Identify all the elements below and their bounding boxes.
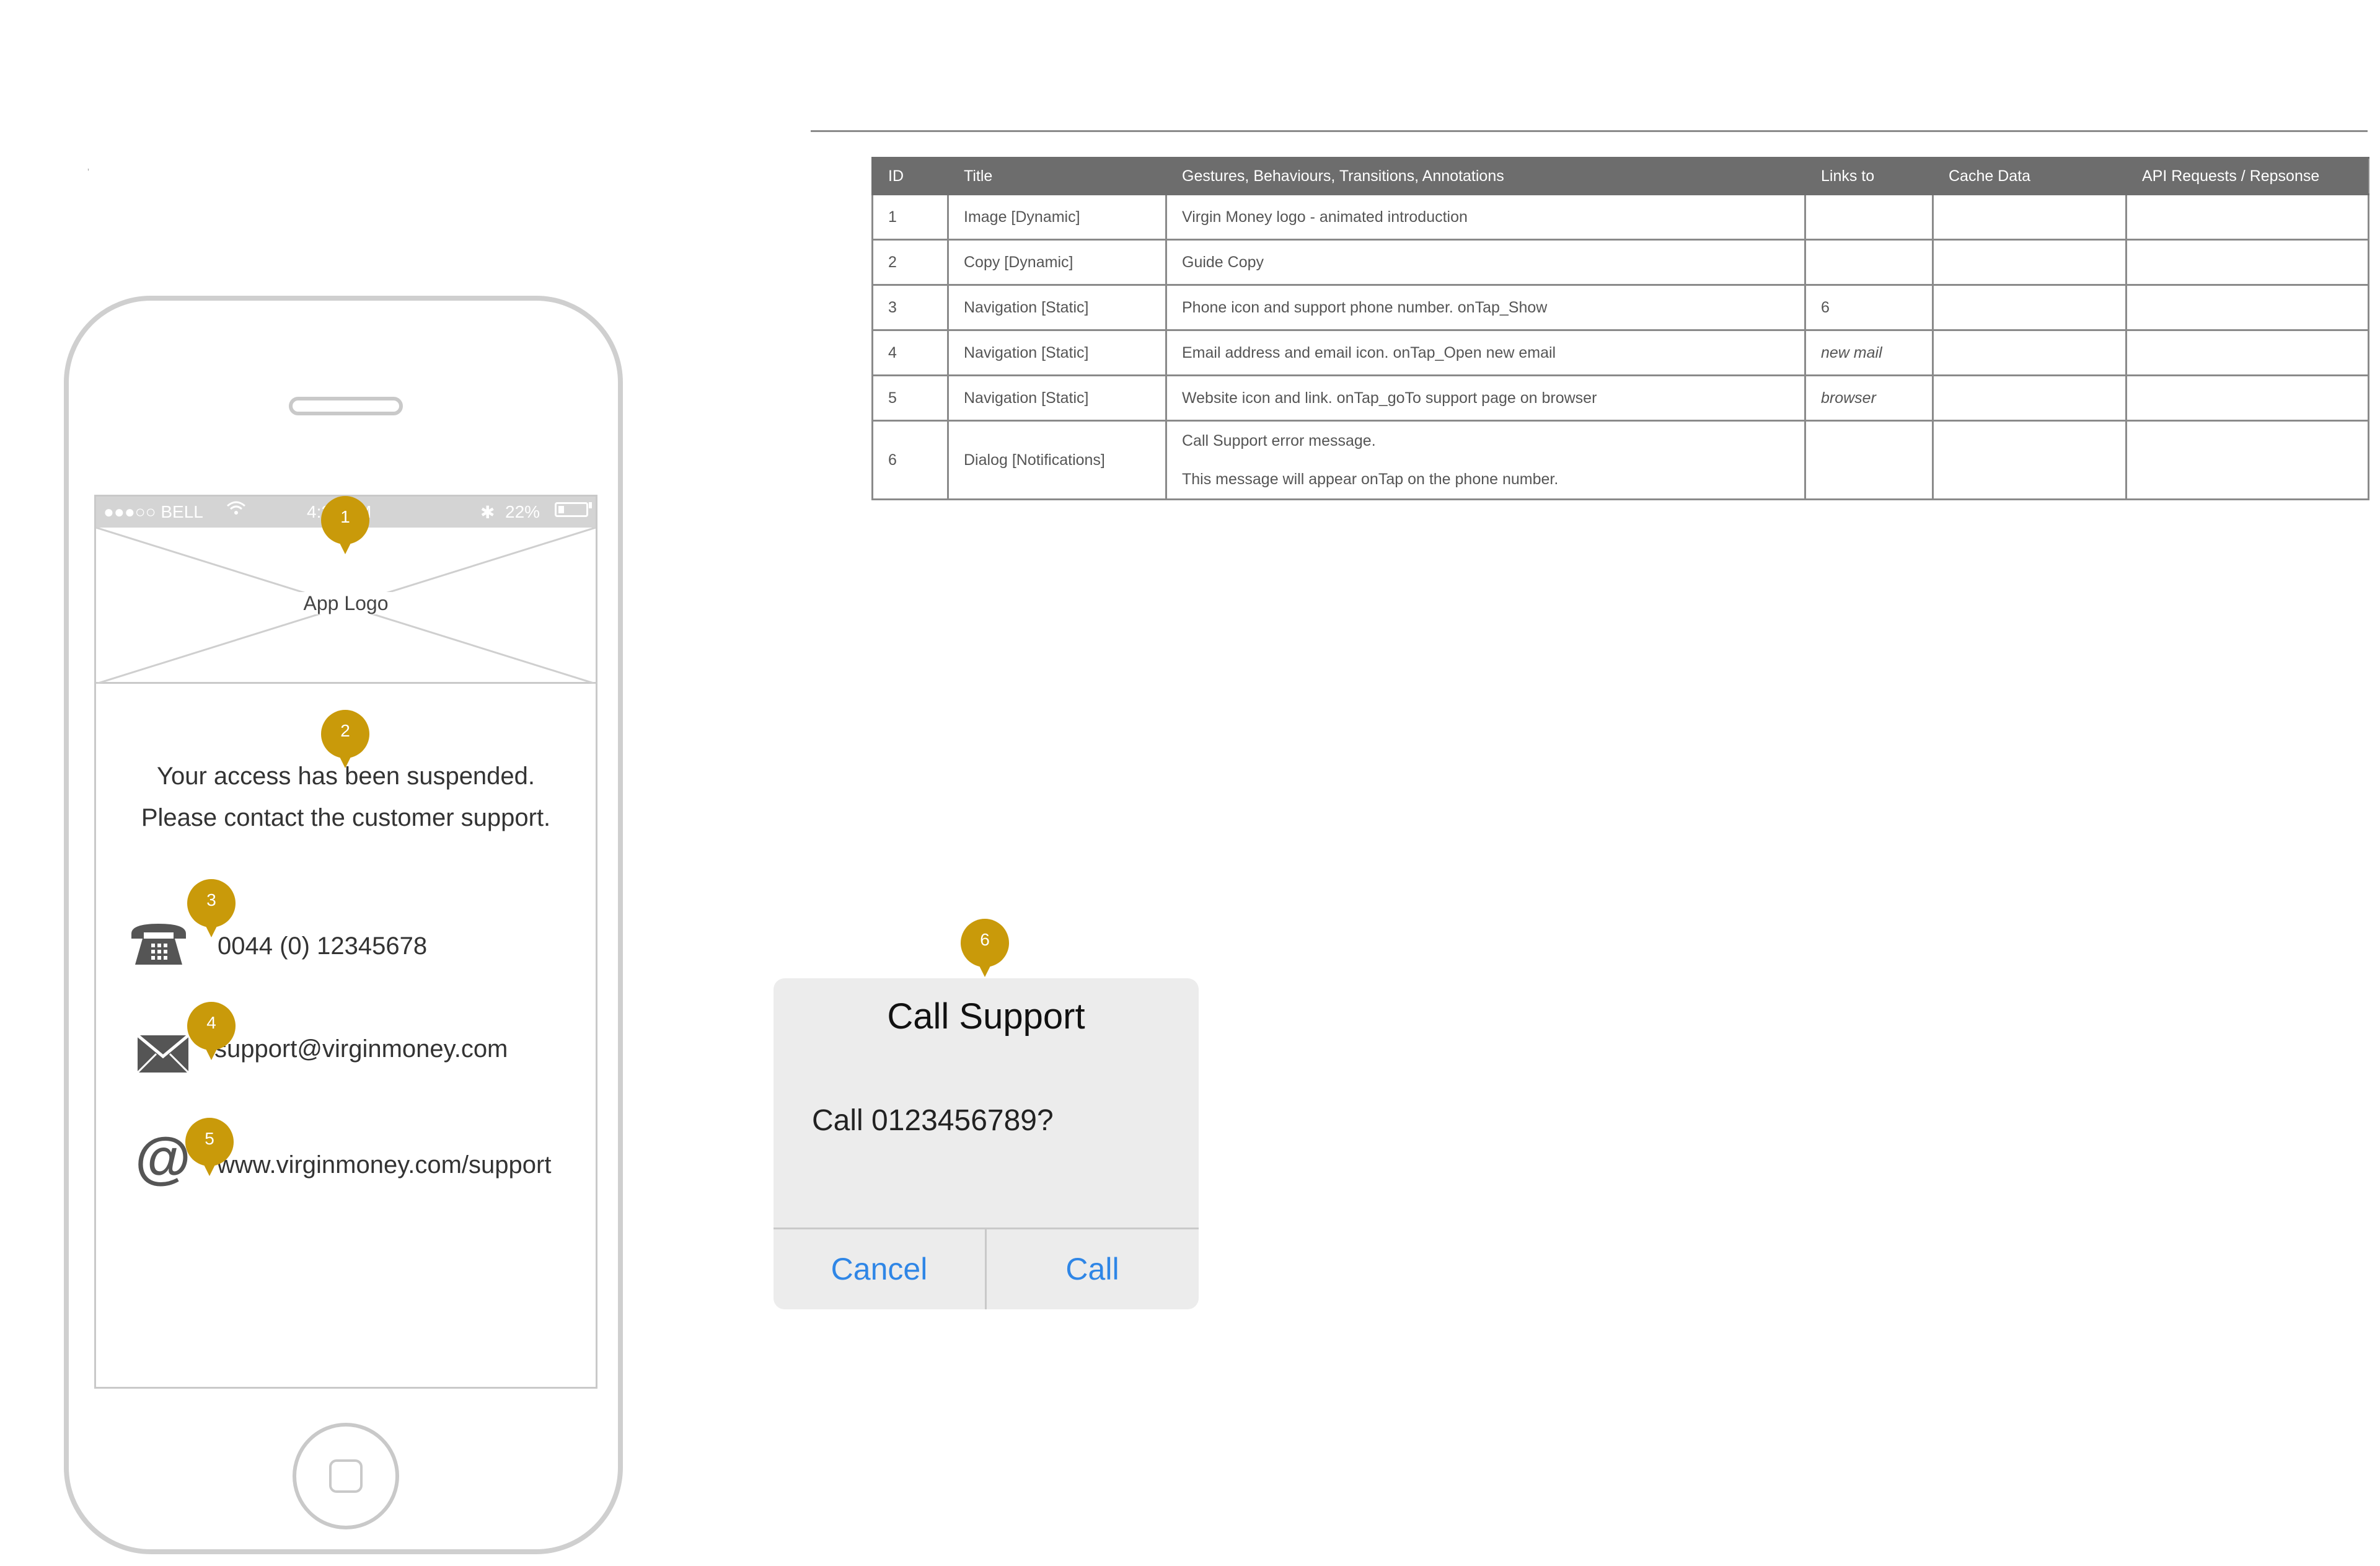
cell-id: 5 [871, 374, 949, 422]
top-divider [811, 130, 2368, 132]
support-website-link[interactable]: www.virginmoney.com/support [217, 1151, 551, 1179]
callout-number: 2 [340, 721, 350, 740]
cell-api [2125, 329, 2369, 376]
callout-number: 6 [980, 930, 990, 949]
cell-api [2125, 239, 2369, 286]
callout-marker-1: 1 [321, 496, 369, 554]
cell-notes: Phone icon and support phone number. onT… [1165, 284, 1806, 331]
cell-links [1804, 193, 1934, 241]
cell-links: browser [1804, 374, 1934, 422]
envelope-icon[interactable] [136, 1034, 190, 1076]
cell-notes: Email address and email icon. onTap_Open… [1165, 329, 1806, 376]
cell-notes: Guide Copy [1165, 239, 1806, 286]
dialog-message: Call 0123456789? [812, 1104, 1054, 1137]
callout-marker-4: 4 [187, 1002, 236, 1060]
cell-title: Dialog [Notifications] [947, 420, 1167, 500]
support-email-link[interactable]: support@virginmoney.com [214, 1035, 508, 1063]
header-title: Title [947, 157, 1167, 195]
battery-icon [555, 502, 588, 517]
cell-title: Navigation [Static] [947, 374, 1167, 422]
header-cache: Cache Data [1932, 157, 2127, 195]
at-sign-icon[interactable]: @ [135, 1130, 191, 1187]
guide-copy-line-2: Please contact the customer support. [141, 804, 551, 831]
cell-api [2125, 374, 2369, 422]
cell-api [2125, 193, 2369, 241]
cell-links: 6 [1804, 284, 1934, 331]
callout-number: 3 [206, 890, 216, 909]
cell-api [2125, 284, 2369, 331]
cell-notes: Call Support error message. This message… [1165, 420, 1806, 500]
phone-speaker [289, 397, 403, 415]
table-row: 5 Navigation [Static] Website icon and l… [871, 374, 2369, 422]
table-row: 4 Navigation [Static] Email address and … [871, 329, 2369, 376]
cell-cache [1932, 374, 2127, 422]
table-row: 6 Dialog [Notifications] Call Support er… [871, 420, 2369, 500]
cell-api [2125, 420, 2369, 500]
header-annotations: Gestures, Behaviours, Transitions, Annot… [1165, 157, 1806, 195]
wifi-icon [226, 500, 246, 521]
table-header-row: ID Title Gestures, Behaviours, Transitio… [871, 157, 2369, 195]
status-battery-percent: 22% [505, 502, 540, 521]
cell-id: 3 [871, 284, 949, 331]
table-row: 2 Copy [Dynamic] Guide Copy [871, 239, 2369, 286]
callout-number: 1 [340, 507, 350, 526]
cancel-button[interactable]: Cancel [774, 1229, 985, 1309]
app-logo-text: App Logo [298, 592, 394, 614]
battery-tip [589, 502, 592, 508]
cell-title: Image [Dynamic] [947, 193, 1167, 241]
home-button-square-icon [329, 1459, 363, 1493]
cell-notes: Virgin Money logo - animated introductio… [1165, 193, 1806, 241]
cell-id: 1 [871, 193, 949, 241]
callout-marker-5: 5 [185, 1118, 234, 1176]
dialog-title: Call Support [887, 996, 1085, 1037]
callout-marker-3: 3 [187, 879, 236, 937]
header-id: ID [871, 157, 949, 195]
cell-notes-line-1: Call Support error message. [1182, 432, 1376, 449]
app-logo-label: App Logo [96, 592, 596, 615]
bluetooth-icon: ✱ [480, 503, 495, 522]
cell-links [1804, 420, 1934, 500]
cell-cache [1932, 420, 2127, 500]
cell-links [1804, 239, 1934, 286]
cell-title: Navigation [Static] [947, 329, 1167, 376]
cell-cache [1932, 193, 2127, 241]
cell-notes: Website icon and link. onTap_goTo suppor… [1165, 374, 1806, 422]
cell-id: 6 [871, 420, 949, 500]
cell-cache [1932, 284, 2127, 331]
cell-cache [1932, 329, 2127, 376]
header-links: Links to [1804, 157, 1934, 195]
table-row: 1 Image [Dynamic] Virgin Money logo - an… [871, 193, 2369, 241]
callout-marker-6: 6 [961, 919, 1009, 977]
callout-number: 4 [206, 1013, 216, 1032]
callout-number: 5 [205, 1129, 214, 1148]
battery-level [558, 506, 564, 513]
callout-marker-2: 2 [321, 710, 369, 768]
header-api: API Requests / Repsonse [2125, 157, 2369, 195]
status-signal: ●●●○○ BELL [104, 502, 203, 521]
cell-cache [1932, 239, 2127, 286]
annotation-table: ID Title Gestures, Behaviours, Transitio… [871, 157, 2369, 500]
cell-notes-line-2: This message will appear onTap on the ph… [1182, 471, 1559, 488]
table-row: 3 Navigation [Static] Phone icon and sup… [871, 284, 2369, 331]
cell-id: 2 [871, 239, 949, 286]
cell-title: Copy [Dynamic] [947, 239, 1167, 286]
cell-links: new mail [1804, 329, 1934, 376]
stray-mark: ' [87, 167, 90, 178]
cell-title: Navigation [Static] [947, 284, 1167, 331]
telephone-icon[interactable] [129, 920, 188, 970]
support-phone-number[interactable]: 0044 (0) 12345678 [218, 932, 427, 960]
call-button[interactable]: Call [987, 1229, 1198, 1309]
cell-id: 4 [871, 329, 949, 376]
